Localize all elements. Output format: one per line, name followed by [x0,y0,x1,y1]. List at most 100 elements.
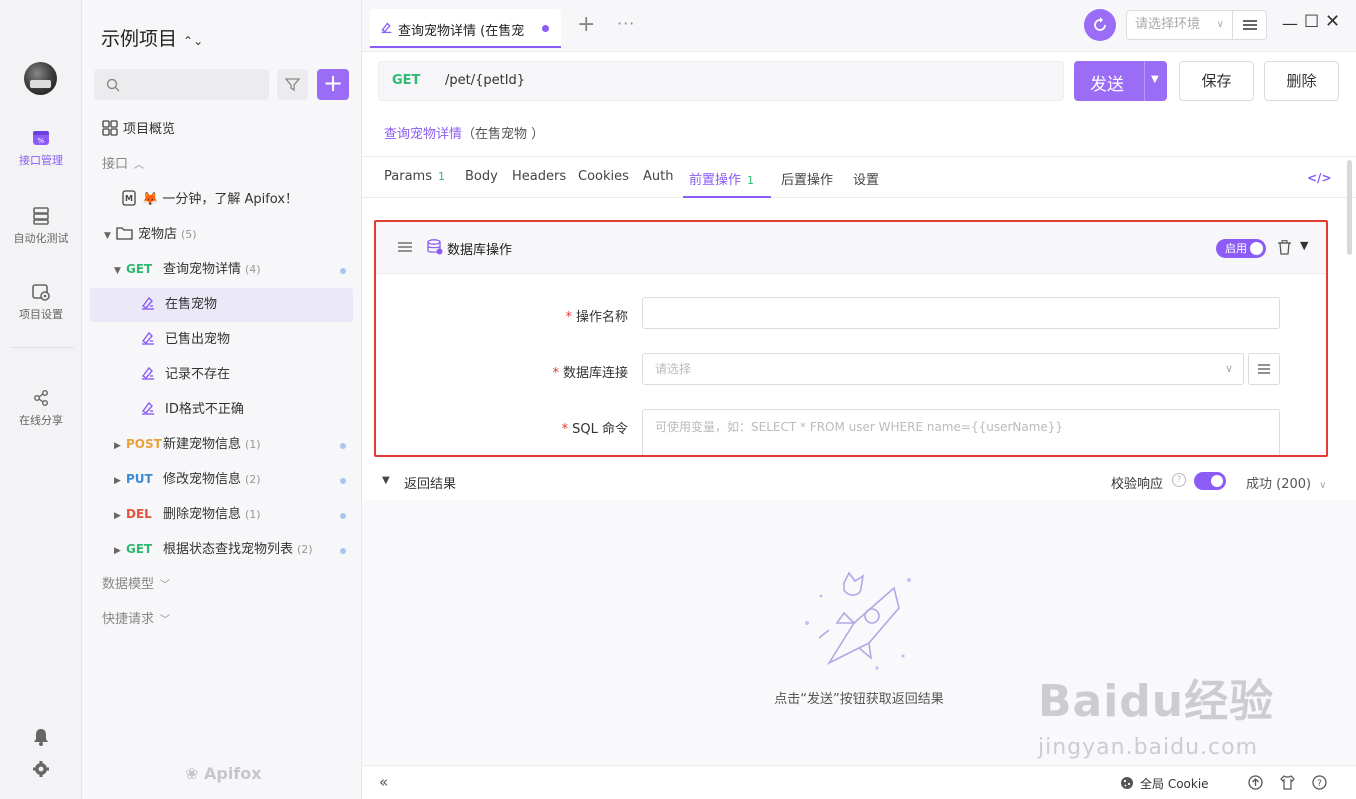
tab-pre-operations[interactable]: 前置操作 1 [689,169,754,188]
doc-label: 🦊 一分钟，了解 Apifox！ [142,192,299,207]
endpoint-name: 新建宠物信息 [163,437,242,452]
add-button[interactable]: + [317,69,349,100]
tab-post-operations[interactable]: 后置操作 [781,169,833,188]
tree-endpoint[interactable]: ▼ GET 查询宠物详情 (4) [114,252,261,287]
rail-divider [10,347,74,348]
apifox-logo-icon: ❀ [185,764,199,783]
chevron-down-icon: ﹀ [160,580,171,591]
filter-button[interactable] [277,69,308,100]
environment-select[interactable]: 请选择环境 ∨ [1126,10,1233,40]
chevron-down-icon[interactable]: ▼ [1300,239,1308,252]
drag-handle-icon[interactable] [398,241,412,253]
new-tab-button[interactable]: + [577,12,595,37]
tree-case-item[interactable]: 在售宠物 [140,287,217,322]
unsaved-dot [542,25,549,32]
select-placeholder: 请选择 [655,362,692,376]
test-case-icon [141,401,154,415]
environment-menu-button[interactable] [1233,10,1267,40]
folder-label: 宠物店 [138,227,178,242]
global-cookie-button[interactable]: 全局 Cookie [1140,775,1209,792]
shirt-icon[interactable] [1280,775,1295,790]
textarea-placeholder: 可使用变量，如：SELECT * FROM user WHERE name={{… [655,420,1064,434]
tab-body[interactable]: Body [465,169,498,184]
more-tabs-button[interactable]: ··· [617,14,635,33]
tree-section-interface[interactable]: 接口 ︿ [102,147,144,182]
tree-endpoint[interactable]: ▶ PUT 修改宠物信息 (2) [114,462,261,497]
tab-auth[interactable]: Auth [643,169,673,184]
case-label: 已售出宠物 [165,332,231,347]
response-status-select[interactable]: 成功 (200) ∨ [1246,473,1326,492]
status-bar: « 全局 Cookie ? [362,765,1356,799]
tree-search-input[interactable] [94,69,269,100]
tree-case-item[interactable]: 已售出宠物 [140,322,230,357]
rail-item-automation-test[interactable]: 自动化测试 [0,206,82,246]
user-avatar[interactable] [24,62,57,95]
upload-icon[interactable] [1248,775,1263,790]
operation-name-label: * 操作名称 [565,310,628,325]
endpoint-name: 查询宠物详情 [163,262,242,277]
db-connection-manage-button[interactable] [1248,353,1280,385]
api-tree-panel: 示例项目 ⌃⌄ + 项目概览 接口 ︿ M 🦊 一分钟，了解 Apifox！ ▼ 宠物店… [82,0,362,799]
tree-section-data-model[interactable]: 数据模型 ﹀ [102,567,170,602]
markdown-doc-icon: M [122,190,136,206]
tree-case-item[interactable]: ID格式不正确 [140,392,244,427]
bell-icon[interactable] [30,726,52,748]
tree-endpoint[interactable]: ▶ DEL 删除宠物信息 (1) [114,497,261,532]
endpoint-count: (2) [297,543,313,556]
tree-endpoint[interactable]: ▶ GET 根据状态查找宠物列表 (2) [114,532,313,567]
code-icon[interactable]: </> [1307,171,1332,185]
env-placeholder: 请选择环境 [1135,17,1201,32]
tree-item-intro-doc[interactable]: M 🦊 一分钟，了解 Apifox！ [122,182,298,217]
chevron-down-icon[interactable]: ▼ [382,475,390,486]
sql-command-label: * SQL 命令 [561,422,628,437]
top-tab-bar: 查询宠物详情 (在售宠 + ··· 请选择环境 ∨ — ☐ ✕ [362,0,1356,52]
gear-icon[interactable] [30,758,52,780]
tab-params[interactable]: Params 1 [384,169,445,184]
sql-command-textarea[interactable]: 可使用变量，如：SELECT * FROM user WHERE name={{… [642,409,1280,455]
env-refresh-button[interactable] [1084,9,1116,41]
method-badge: PUT [126,472,153,486]
minimize-button[interactable]: — [1282,14,1298,33]
delete-button[interactable]: 删除 [1264,61,1339,101]
folder-icon [116,227,133,240]
tab-settings[interactable]: 设置 [853,169,879,188]
operation-name-input[interactable] [642,297,1280,329]
db-connection-select[interactable]: 请选择 ∨ [642,353,1244,385]
request-method[interactable]: GET [392,73,420,88]
tree-case-item[interactable]: 记录不存在 [140,357,230,392]
tab-cookies[interactable]: Cookies [578,169,629,184]
trash-icon[interactable] [1278,240,1291,255]
tab-request[interactable]: 查询宠物详情 (在售宠 [370,9,561,48]
apifox-logo: ❀ Apifox [185,764,262,783]
unsaved-dot [340,478,346,484]
request-tabs: Params 1 Body Headers Cookies Auth 前置操作 1 … [362,156,1356,198]
request-path-input[interactable]: /pet/{petId} [445,73,525,88]
project-title[interactable]: 示例项目 ⌃⌄ [101,24,203,51]
close-button[interactable]: ✕ [1325,11,1340,32]
tree-item-overview[interactable]: 项目概览 [102,112,175,147]
project-settings-icon [32,284,50,301]
validate-response-toggle[interactable] [1194,472,1226,490]
db-operation-header[interactable]: 数据库操作 启用 ▼ [376,222,1326,274]
tab-headers[interactable]: Headers [512,169,566,184]
maximize-button[interactable]: ☐ [1304,12,1319,32]
rail-item-project-settings[interactable]: 项目设置 [0,282,82,322]
tab-count: 1 [437,170,445,183]
help-icon[interactable]: ? [1172,473,1186,487]
rail-item-api-management[interactable]: % 接口管理 [0,128,82,168]
tree-folder-petstore[interactable]: ▼ 宠物店 (5) [104,217,197,252]
rail-item-share[interactable]: 在线分享 [0,388,82,428]
collapse-sidebar-button[interactable]: « [379,773,388,791]
enable-toggle[interactable]: 启用 [1216,239,1266,258]
baidu-watermark: Baidu经验 jingyan.baidu.com [1038,665,1274,760]
url-bar[interactable]: GET /pet/{petId} [378,61,1064,101]
tree-endpoint[interactable]: ▶ POST新建宠物信息 (1) [114,427,261,462]
send-dropdown-icon[interactable]: ▼ [1151,74,1159,85]
help-icon[interactable]: ? [1312,775,1327,790]
scrollbar-thumb[interactable] [1347,160,1352,255]
db-operation-panel: 数据库操作 启用 ▼ * 操作名称 * 数据库连接 请选择 ∨ * SQL 命令 可使… [374,220,1328,457]
save-button[interactable]: 保存 [1179,61,1254,101]
tree-section-quick-request[interactable]: 快捷请求 ﹀ [102,602,170,637]
request-title[interactable]: 查询宠物详情（在售宠物 ） [384,123,544,142]
send-button[interactable]: 发送 ▼ [1074,61,1167,101]
